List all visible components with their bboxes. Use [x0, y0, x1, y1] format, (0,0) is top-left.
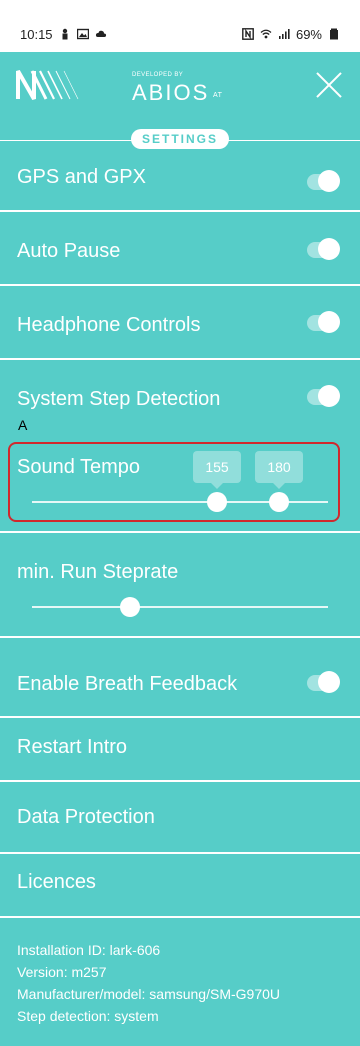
breath-feedback-toggle[interactable]: [307, 671, 340, 693]
battery-percent: 69%: [295, 26, 322, 42]
setting-label: Headphone Controls: [17, 314, 201, 336]
settings-chip: SETTINGS: [131, 129, 229, 149]
app-logo-icon: [16, 70, 79, 100]
setting-gps-gpx[interactable]: GPS and GPX: [0, 150, 360, 212]
version-info: Version: m257: [17, 964, 107, 980]
toggle-knob: [318, 238, 340, 260]
toggle-knob: [318, 671, 340, 693]
cloud-icon: [95, 30, 106, 37]
developer-name: ABIOS: [132, 80, 210, 105]
setting-label: GPS and GPX: [17, 166, 146, 188]
app-screen: 10:15 69% DEVELOPED BY ABIOS AT SETTINGS…: [0, 0, 360, 1046]
nfc-icon: [242, 28, 254, 40]
close-button[interactable]: [314, 70, 344, 100]
wifi-icon: [260, 29, 272, 39]
headphone-toggle[interactable]: [307, 311, 340, 333]
status-pill: 10:15 69%: [8, 18, 352, 50]
setting-label: Sound Tempo: [17, 456, 141, 478]
setting-breath-feedback[interactable]: Enable Breath Feedback: [0, 638, 360, 716]
steprate-thumb[interactable]: [120, 597, 140, 617]
header: DEVELOPED BY ABIOS AT: [0, 52, 360, 134]
annotation-marker: A: [18, 417, 28, 433]
status-right: 69%: [242, 27, 340, 42]
setting-auto-pause[interactable]: Auto Pause: [0, 212, 360, 284]
restart-intro-item[interactable]: Restart Intro: [0, 718, 360, 780]
toggle-knob: [318, 311, 340, 333]
step-detection-toggle[interactable]: [307, 385, 340, 407]
tempo-max-thumb[interactable]: [269, 492, 289, 512]
manufacturer-info: Manufacturer/model: samsung/SM-G970U: [17, 986, 280, 1002]
licences-item[interactable]: Licences: [0, 854, 360, 916]
status-left: 10:15: [20, 27, 107, 42]
setting-min-run-steprate: min. Run Steprate: [0, 533, 360, 637]
developer-logo: DEVELOPED BY ABIOS AT: [130, 72, 230, 106]
gps-toggle[interactable]: [307, 170, 340, 192]
toggle-knob: [318, 170, 340, 192]
setting-label: Data Protection: [17, 806, 155, 828]
tempo-min-thumb[interactable]: [207, 492, 227, 512]
installation-id: Installation ID: lark-606: [17, 942, 161, 958]
setting-sound-tempo: Sound Tempo 155 180: [0, 444, 360, 530]
setting-headphone-controls[interactable]: Headphone Controls: [0, 286, 360, 358]
row-divider: [0, 916, 360, 918]
signal-icon: [278, 29, 290, 39]
data-protection-item[interactable]: Data Protection: [0, 782, 360, 852]
steprate-slider-track[interactable]: [32, 606, 328, 608]
tempo-min-tooltip: 155: [193, 451, 241, 489]
step-detection-info: Step detection: system: [17, 1008, 159, 1024]
toggle-knob: [318, 385, 340, 407]
tempo-max-tooltip: 180: [255, 451, 303, 489]
settings-panel: DEVELOPED BY ABIOS AT SETTINGS GPS and G…: [0, 52, 360, 1046]
person-icon: [62, 28, 68, 40]
image-icon: [76, 28, 89, 40]
setting-label: min. Run Steprate: [17, 561, 179, 583]
tempo-min-value: 155: [205, 459, 229, 475]
setting-label: Enable Breath Feedback: [17, 673, 238, 695]
setting-label: Auto Pause: [17, 240, 121, 262]
setting-label: System Step Detection: [17, 388, 221, 410]
tempo-max-value: 180: [267, 459, 291, 475]
battery-icon: [330, 28, 338, 40]
developer-suffix: AT: [213, 92, 223, 99]
setting-label: Licences: [17, 871, 96, 893]
setting-system-step-detection[interactable]: System Step Detection: [0, 360, 360, 432]
app-info: Installation ID: lark-606 Version: m257 …: [17, 939, 280, 1027]
developed-by-label: DEVELOPED BY: [132, 72, 184, 78]
status-time: 10:15: [20, 26, 53, 42]
auto-pause-toggle[interactable]: [307, 238, 340, 260]
setting-label: Restart Intro: [17, 736, 128, 758]
